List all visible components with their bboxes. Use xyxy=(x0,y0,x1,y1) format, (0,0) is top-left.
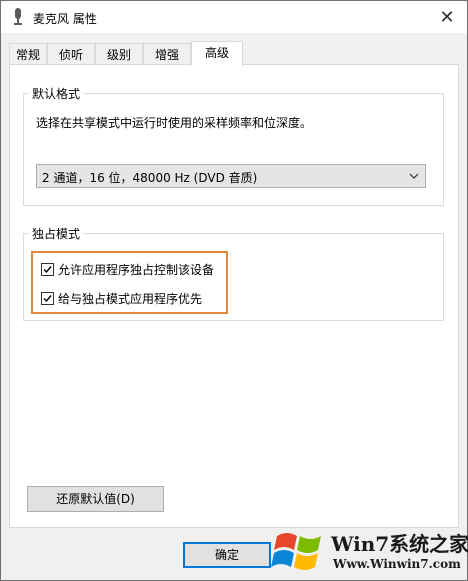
default-format-group: 默认格式 选择在共享模式中运行时使用的采样频率和位深度。 2 通道，16 位，4… xyxy=(23,85,444,206)
title-bar[interactable]: 麦克风 属性 ✕ xyxy=(1,1,467,33)
give-exclusive-priority-checkbox[interactable]: 给与独占模式应用程序优先 xyxy=(41,290,202,307)
ok-button[interactable]: 确定 xyxy=(183,542,271,568)
tab-listen[interactable]: 侦听 xyxy=(47,43,95,65)
tab-strip: 常规 侦听 级别 增强 高级 xyxy=(9,41,459,66)
sample-rate-dropdown[interactable]: 2 通道，16 位，48000 Hz (DVD 音质) xyxy=(36,164,426,188)
give-exclusive-priority-label: 给与独占模式应用程序优先 xyxy=(58,292,203,306)
watermark-title: Win7系统之家 xyxy=(331,532,468,556)
checkmark-icon xyxy=(43,266,52,274)
tab-general[interactable]: 常规 xyxy=(9,43,47,65)
close-button[interactable]: ✕ xyxy=(431,3,463,31)
allow-exclusive-control-label: 允许应用程序独占控制该设备 xyxy=(58,263,215,277)
restore-defaults-button[interactable]: 还原默认值(D) xyxy=(27,486,164,512)
close-icon: ✕ xyxy=(439,6,455,28)
window-title: 麦克风 属性 xyxy=(33,12,97,26)
allow-exclusive-control-checkbox[interactable]: 允许应用程序独占控制该设备 xyxy=(41,261,214,278)
checkbox-box[interactable] xyxy=(41,263,54,276)
default-format-label: 默认格式 xyxy=(29,85,84,102)
checkmark-icon xyxy=(43,295,52,303)
microphone-icon xyxy=(14,8,22,25)
properties-dialog: 麦克风 属性 ✕ 常规 侦听 级别 增强 高级 默认格式 选择在共享模式中运行时… xyxy=(0,0,468,581)
tab-enhancements[interactable]: 增强 xyxy=(143,43,191,65)
windows-logo-icon xyxy=(271,533,321,570)
tab-levels[interactable]: 级别 xyxy=(95,43,143,65)
advanced-panel: 默认格式 选择在共享模式中运行时使用的采样频率和位深度。 2 通道，16 位，4… xyxy=(9,64,459,528)
exclusive-mode-label: 独占模式 xyxy=(29,225,84,242)
checkbox-box[interactable] xyxy=(41,292,54,305)
tab-advanced[interactable]: 高级 xyxy=(191,41,243,66)
chevron-down-icon xyxy=(409,173,419,179)
default-format-description: 选择在共享模式中运行时使用的采样频率和位深度。 xyxy=(36,116,313,130)
watermark-url: Www.Winwin7.com xyxy=(333,557,461,571)
site-watermark: Win7系统之家 Www.Winwin7.com xyxy=(271,524,468,579)
sample-rate-value: 2 通道，16 位，48000 Hz (DVD 音质) xyxy=(42,171,258,185)
